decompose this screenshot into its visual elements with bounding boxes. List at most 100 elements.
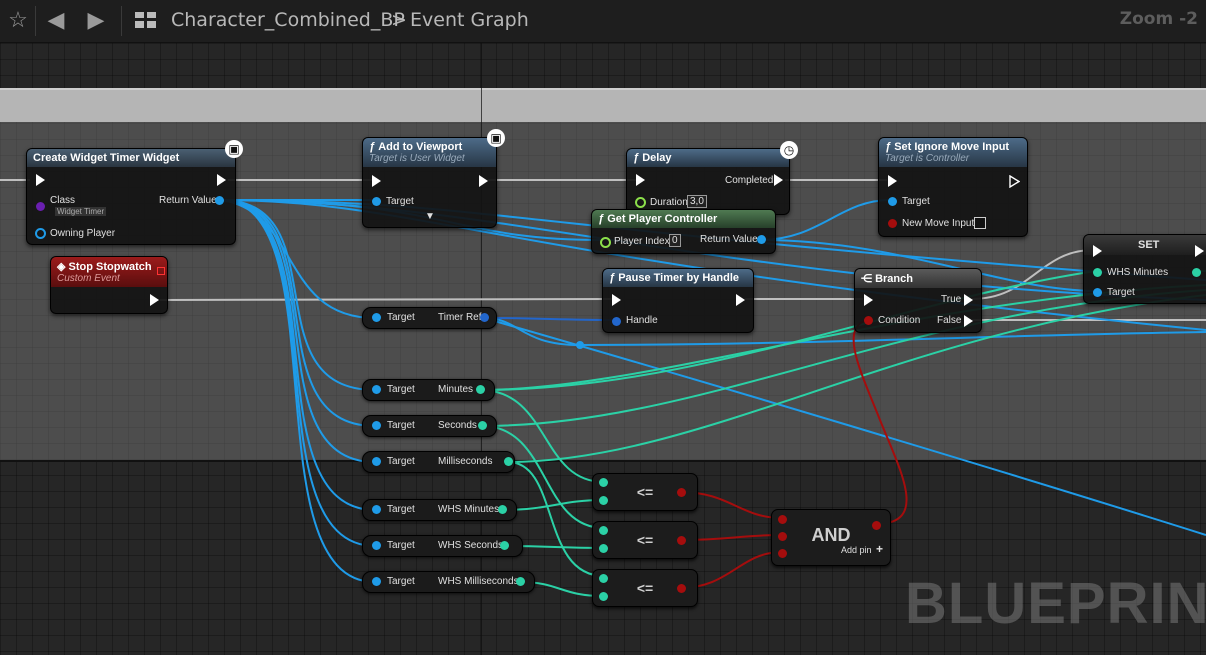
exec-in-pin[interactable] (636, 174, 645, 186)
target-pin[interactable] (372, 577, 381, 586)
target-pin[interactable] (372, 457, 381, 466)
whs-milliseconds-getter[interactable]: Target WHS Milliseconds (362, 571, 535, 593)
exec-out-pin[interactable] (736, 294, 745, 306)
target-pin[interactable] (372, 385, 381, 394)
delay-node[interactable]: ƒ Delay ◷ Completed Duration 3,0 (626, 141, 798, 215)
node-title: Create Widget Timer Widget (33, 152, 180, 164)
exec-in-pin[interactable] (1093, 245, 1102, 257)
add-pin-plus-icon[interactable]: + (876, 542, 883, 556)
whs-minutes-label: WHS Minutes (1107, 267, 1169, 278)
exec-in-pin[interactable] (36, 174, 45, 186)
target-pin[interactable] (1093, 288, 1102, 297)
player-index-field[interactable]: 0 (669, 234, 681, 247)
add-viewport-header: ƒ Add to Viewport Target is User Widget (363, 138, 496, 167)
node-title: Add to Viewport (378, 141, 463, 153)
get-pc-header: ƒ Get Player Controller (592, 210, 775, 228)
node-subtitle: Target is Controller (885, 153, 970, 164)
exec-in-pin[interactable] (612, 294, 621, 306)
return-value-pin[interactable] (757, 235, 766, 244)
milliseconds-getter[interactable]: Target Milliseconds (362, 451, 515, 473)
function-icon: ƒ (633, 152, 643, 164)
branch-node[interactable]: ⋲ Branch True Condition False (854, 268, 982, 333)
result-pin[interactable] (677, 488, 686, 497)
timer-ref-pin[interactable] (480, 313, 489, 322)
pause-timer-header: ƒ Pause Timer by Handle (603, 269, 753, 287)
condition-pin[interactable] (864, 316, 873, 325)
add-to-viewport-node[interactable]: ƒ Add to Viewport Target is User Widget … (362, 129, 505, 228)
milliseconds-pin[interactable] (504, 457, 513, 466)
target-label: Target (387, 312, 415, 323)
target-label: Target (1107, 287, 1135, 298)
whs-seconds-getter[interactable]: Target WHS Seconds (362, 535, 523, 557)
result-pin[interactable] (872, 521, 881, 530)
pause-timer-node[interactable]: ƒ Pause Timer by Handle Handle (602, 268, 754, 333)
false-label: False (937, 315, 962, 326)
create-widget-node[interactable]: Create Widget Timer Widget ▣ Class Widge… (26, 140, 243, 245)
whs-milliseconds-pin[interactable] (516, 577, 525, 586)
minutes-pin[interactable] (476, 385, 485, 394)
new-move-input-pin[interactable] (888, 219, 897, 228)
set-ignore-move-input-node[interactable]: ƒ Set Ignore Move Input Target is Contro… (878, 137, 1028, 237)
less-equal-node[interactable]: <= (592, 473, 698, 511)
add-pin-label[interactable]: Add pin (841, 545, 872, 555)
timer-ref-getter[interactable]: Target Timer Ref (362, 307, 497, 329)
exec-out-pin[interactable] (479, 175, 488, 187)
exec-in-pin[interactable] (888, 175, 897, 187)
duration-field[interactable]: 3,0 (687, 195, 707, 208)
class-pin[interactable] (36, 202, 45, 211)
condition-label: Condition (878, 315, 921, 326)
handle-label: Handle (626, 315, 658, 326)
result-pin[interactable] (677, 536, 686, 545)
exec-out-pin[interactable] (1195, 245, 1204, 257)
class-dropdown[interactable]: Widget Timer (55, 207, 107, 216)
whs-minutes-pin[interactable] (1093, 268, 1102, 277)
get-player-controller-node[interactable]: ƒ Get Player Controller Player Index 0 R… (591, 209, 776, 254)
false-exec-pin[interactable] (964, 315, 973, 327)
whs-seconds-pin[interactable] (500, 541, 509, 550)
exec-in-pin[interactable] (372, 175, 381, 187)
monitor-icon: ▣ (487, 129, 505, 147)
delegate-pin[interactable] (157, 267, 165, 275)
minutes-getter[interactable]: Target Minutes (362, 379, 495, 401)
set-node[interactable]: SET WHS Minutes Target (1083, 234, 1206, 304)
true-exec-pin[interactable] (964, 294, 973, 306)
input-a-pin[interactable] (778, 515, 787, 524)
exec-out-pin[interactable] (217, 174, 226, 186)
seconds-pin[interactable] (478, 421, 487, 430)
expand-arrow-icon[interactable]: ▼ (425, 211, 435, 222)
target-pin[interactable] (372, 197, 381, 206)
return-value-pin[interactable] (215, 196, 224, 205)
target-pin[interactable] (372, 313, 381, 322)
less-equal-node[interactable]: <= (592, 521, 698, 559)
target-pin[interactable] (372, 421, 381, 430)
seconds-getter[interactable]: Target Seconds (362, 415, 497, 437)
whs-minutes-out-pin[interactable] (1192, 268, 1201, 277)
target-pin[interactable] (372, 505, 381, 514)
create-widget-header: Create Widget Timer Widget (27, 149, 235, 167)
exec-out-pin[interactable] (774, 174, 783, 186)
owning-player-pin[interactable] (35, 228, 46, 239)
duration-pin[interactable] (635, 197, 646, 208)
handle-pin[interactable] (612, 317, 621, 326)
player-index-pin[interactable] (600, 237, 611, 248)
owning-player-label: Owning Player (50, 228, 116, 239)
set-ignore-header: ƒ Set Ignore Move Input Target is Contro… (879, 138, 1027, 167)
target-pin[interactable] (372, 541, 381, 550)
result-pin[interactable] (677, 584, 686, 593)
whs-minutes-getter[interactable]: Target WHS Minutes (362, 499, 517, 521)
less-equal-node[interactable]: <= (592, 569, 698, 607)
whs-minutes-pin[interactable] (498, 505, 507, 514)
exec-out-pin[interactable] (150, 294, 159, 306)
and-node[interactable]: AND Add pin + (771, 509, 891, 566)
stop-stopwatch-event-node[interactable]: ◈ Stop Stopwatch Custom Event (50, 256, 168, 314)
stop-stopwatch-header: ◈ Stop Stopwatch Custom Event (51, 257, 167, 287)
node-title: Pause Timer by Handle (618, 272, 740, 284)
function-icon: ƒ (598, 213, 608, 225)
duration-label: Duration (650, 197, 688, 208)
input-c-pin[interactable] (778, 549, 787, 558)
exec-in-pin[interactable] (864, 294, 873, 306)
target-pin[interactable] (888, 197, 897, 206)
event-icon: ◈ (57, 261, 69, 273)
new-move-input-checkbox[interactable] (974, 217, 986, 229)
clock-icon: ◷ (780, 141, 798, 159)
